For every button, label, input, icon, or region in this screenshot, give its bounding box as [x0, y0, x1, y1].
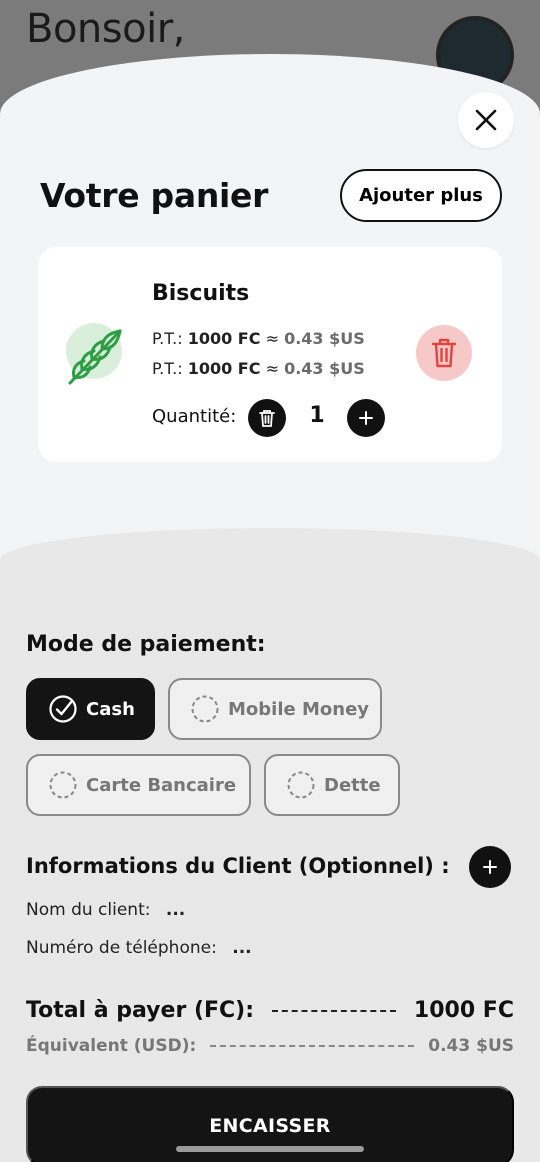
- equivalent-label: Équivalent (USD):: [26, 1036, 197, 1056]
- home-indicator: [176, 1146, 364, 1152]
- quantity-value: 1: [309, 403, 325, 428]
- page-title: Votre panier: [40, 176, 269, 215]
- wheat-icon: [68, 329, 122, 385]
- trash-icon: [259, 410, 275, 427]
- client-name-label: Nom du client:: [26, 900, 151, 920]
- client-name-row[interactable]: Nom du client: ...: [26, 900, 185, 920]
- add-more-button[interactable]: Ajouter plus: [340, 169, 502, 222]
- price-prefix: P.T.:: [152, 329, 183, 348]
- price-usd: 0.43 $US: [284, 329, 365, 348]
- client-phone-label: Numéro de téléphone:: [26, 938, 217, 958]
- payment-option-bank-card[interactable]: Carte Bancaire: [26, 754, 251, 816]
- quantity-increase-button[interactable]: [347, 399, 385, 437]
- item-price-line: P.T.: 1000 FC ≈ 0.43 $US: [152, 329, 365, 348]
- payment-option-label: Dette: [324, 774, 381, 796]
- dashed-circle-icon: [49, 771, 77, 799]
- total-row: Total à payer (FC): 1000 FC: [26, 998, 514, 1023]
- price-prefix: P.T.:: [152, 359, 183, 378]
- cart-item-card: Biscuits P.T.: 1000 FC ≈ 0.43 $US P.T.: …: [38, 247, 502, 462]
- close-icon: [475, 109, 497, 131]
- check-circle-icon: [49, 695, 77, 723]
- payment-mode-title: Mode de paiement:: [26, 632, 266, 657]
- equivalent-value: 0.43 $US: [428, 1036, 514, 1056]
- client-info-title: Informations du Client (Optionnel) :: [26, 854, 450, 878]
- price-fc: 1000 FC: [187, 329, 261, 348]
- price-usd: 0.43 $US: [284, 359, 365, 378]
- payment-option-mobile-money[interactable]: Mobile Money: [168, 678, 382, 740]
- item-price-line: P.T.: 1000 FC ≈ 0.43 $US: [152, 359, 365, 378]
- payment-option-cash[interactable]: Cash: [26, 678, 155, 740]
- client-phone-row[interactable]: Numéro de téléphone: ...: [26, 938, 252, 958]
- close-button[interactable]: [458, 92, 514, 148]
- add-client-button[interactable]: [469, 846, 511, 888]
- client-phone-value: ...: [232, 938, 252, 958]
- divider: [272, 1009, 396, 1012]
- quantity-decrease-button[interactable]: [248, 399, 286, 437]
- item-name: Biscuits: [152, 281, 250, 306]
- approx-sign: ≈: [265, 329, 279, 348]
- dashed-circle-icon: [287, 771, 315, 799]
- dashed-circle-icon: [191, 695, 219, 723]
- payment-option-label: Cash: [86, 698, 135, 720]
- total-label: Total à payer (FC):: [26, 998, 255, 1023]
- payment-option-label: Carte Bancaire: [86, 774, 237, 796]
- approx-sign: ≈: [265, 359, 279, 378]
- plus-icon: [483, 860, 497, 874]
- quantity-label: Quantité:: [152, 406, 237, 427]
- payment-option-label: Mobile Money: [228, 698, 370, 720]
- payment-option-debt[interactable]: Dette: [264, 754, 400, 816]
- delete-item-button[interactable]: [416, 325, 472, 381]
- price-fc: 1000 FC: [187, 359, 261, 378]
- total-value: 1000 FC: [413, 998, 514, 1023]
- client-name-value: ...: [165, 900, 186, 920]
- plus-icon: [359, 411, 373, 425]
- divider: [210, 1045, 415, 1047]
- trash-icon: [431, 338, 457, 368]
- payment-panel: Mode de paiement: Cash Mobile Money Cart…: [0, 528, 540, 1162]
- cart-sheet: Votre panier Ajouter plus Biscuits P.T.:…: [0, 54, 540, 1162]
- greeting-text: Bonsoir,: [26, 6, 185, 52]
- equivalent-row: Équivalent (USD): 0.43 $US: [26, 1036, 514, 1056]
